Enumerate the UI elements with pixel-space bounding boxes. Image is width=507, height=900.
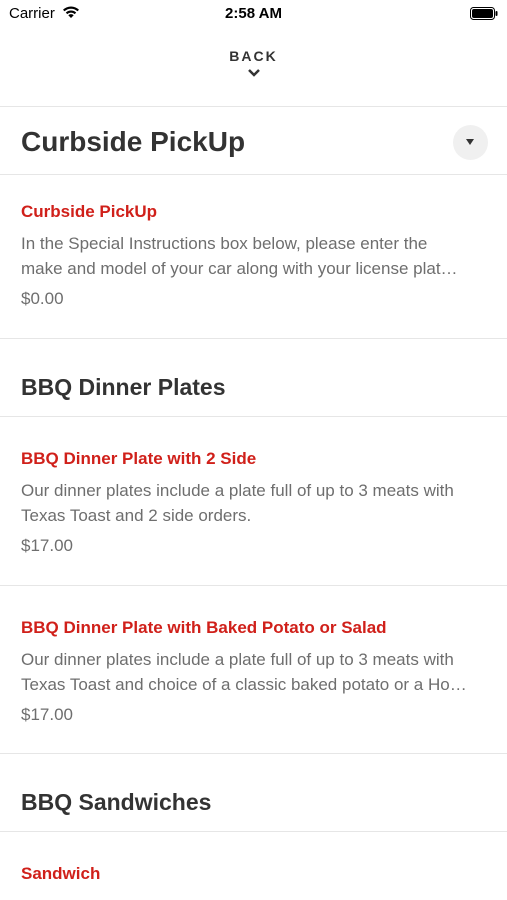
item-description-line: Our dinner plates include a plate full o… [21,481,454,500]
item-name: BBQ Dinner Plate with 2 Side [21,449,257,468]
status-bar: Carrier 2:58 AM [0,0,507,28]
divider [0,753,507,754]
item-description-line: make and model of your car along with yo… [21,259,458,278]
item-name: BBQ Dinner Plate with Baked Potato or Sa… [21,618,387,637]
clock: 2:58 AM [225,5,282,22]
category-dropdown-button[interactable] [453,125,488,160]
item-price: $0.00 [21,289,64,308]
divider [0,585,507,586]
item-description-line: In the Special Instructions box below, p… [21,234,428,253]
item-price: $17.00 [21,705,73,724]
item-price: $17.00 [21,536,73,555]
divider [0,831,507,832]
chevron-down-icon [247,69,260,77]
category-title: BBQ Dinner Plates [21,374,226,400]
item-description: In the Special Instructions box below, p… [21,231,491,281]
category-title: BBQ Sandwiches [21,789,212,815]
item-description: Our dinner plates include a plate full o… [21,478,491,528]
back-label: BACK [229,48,278,64]
item-description-line: Our dinner plates include a plate full o… [21,650,454,669]
item-description: Our dinner plates include a plate full o… [21,647,491,697]
caret-down-icon [466,139,474,145]
divider [0,174,507,175]
divider [0,106,507,107]
back-button[interactable]: BACK [0,48,507,78]
item-description-line: Texas Toast and 2 side orders. [21,506,252,525]
divider [0,416,507,417]
divider [0,338,507,339]
category-title: Curbside PickUp [21,126,246,157]
battery-icon [470,7,498,20]
item-name: Curbside PickUp [21,202,158,221]
item-name: Sandwich [21,864,101,883]
item-description-line: Texas Toast and choice of a classic bake… [21,675,467,694]
